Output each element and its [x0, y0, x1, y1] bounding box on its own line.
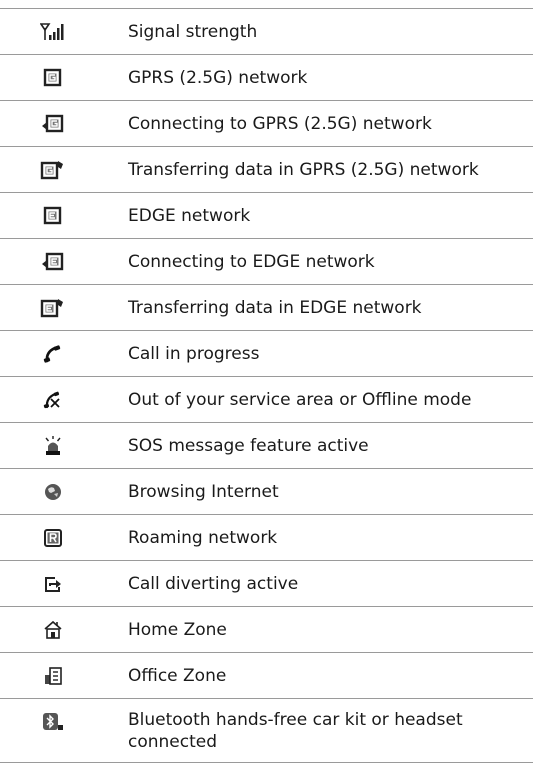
row-label: Bluetooth hands-free car kit or headset … [128, 710, 463, 752]
table-row: Connecting to EDGE network [0, 239, 533, 285]
table-row: Signal strength [0, 9, 533, 55]
table-row: Transferring data in EDGE network [0, 285, 533, 331]
globe-icon [0, 479, 106, 505]
signal-strength-icon [0, 19, 106, 45]
out-of-service-icon [0, 387, 106, 413]
table-row: GPRS (2.5G) network [0, 55, 533, 101]
table-row: Office Zone [0, 653, 533, 699]
edge-network-icon [0, 203, 106, 229]
row-label: Out of your service area or Offline mode [128, 389, 472, 410]
table-row: Home Zone [0, 607, 533, 653]
row-label: Connecting to EDGE network [128, 251, 375, 272]
office-zone-icon [0, 663, 106, 689]
row-label: EDGE network [128, 205, 251, 226]
table-row: Transferring data in GPRS (2.5G) network [0, 147, 533, 193]
row-label: Signal strength [128, 21, 258, 42]
gprs-network-icon [0, 65, 106, 91]
table-row: Bluetooth hands-free car kit or headset … [0, 699, 533, 763]
icon-legend-table: Signal strength GPRS (2.5G) network Conn… [0, 8, 533, 763]
table-row: SOS message feature active [0, 423, 533, 469]
gprs-transferring-icon [0, 157, 106, 183]
edge-connecting-icon [0, 249, 106, 275]
table-row: Connecting to GPRS (2.5G) network [0, 101, 533, 147]
row-label: Roaming network [128, 527, 278, 548]
row-label: Call diverting active [128, 573, 299, 594]
roaming-icon [0, 525, 106, 551]
sos-icon [0, 433, 106, 459]
edge-transferring-icon [0, 295, 106, 321]
table-row: Call diverting active [0, 561, 533, 607]
table-row: EDGE network [0, 193, 533, 239]
table-row: Out of your service area or Offline mode [0, 377, 533, 423]
row-label: Transferring data in EDGE network [128, 297, 422, 318]
call-in-progress-icon [0, 341, 106, 367]
row-label: Call in progress [128, 343, 260, 364]
row-label: Home Zone [128, 619, 227, 640]
table-row: Browsing Internet [0, 469, 533, 515]
table-row: Roaming network [0, 515, 533, 561]
bluetooth-car-kit-icon [0, 709, 106, 735]
row-label: SOS message feature active [128, 435, 369, 456]
home-zone-icon [0, 617, 106, 643]
row-label: Connecting to GPRS (2.5G) network [128, 113, 432, 134]
row-label: GPRS (2.5G) network [128, 67, 308, 88]
row-label: Office Zone [128, 665, 227, 686]
call-divert-icon [0, 571, 106, 597]
row-label: Browsing Internet [128, 481, 279, 502]
table-row: Call in progress [0, 331, 533, 377]
gprs-connecting-icon [0, 111, 106, 137]
row-label: Transferring data in GPRS (2.5G) network [128, 159, 479, 180]
